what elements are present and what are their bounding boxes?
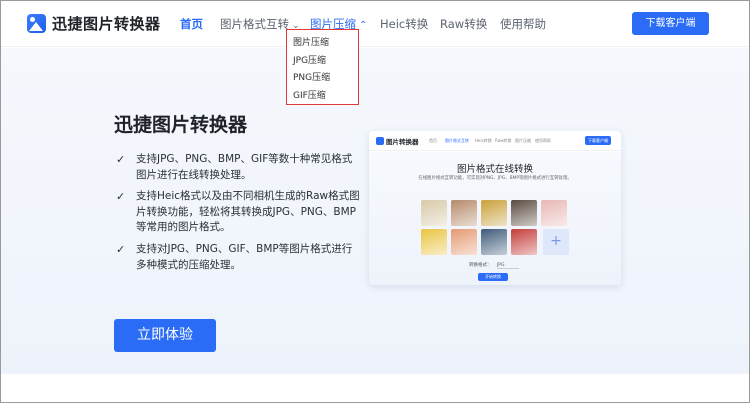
logo-icon xyxy=(27,14,46,33)
nav-heic-convert[interactable]: Heic转换 xyxy=(380,16,428,32)
preview-subtitle: 在线图片格式互转功能，可实现对PNG、JPG、BMP等图片格式进行互转处理。 xyxy=(418,176,572,181)
preview-thumbnail xyxy=(421,200,447,226)
feature-text: 支持JPG、PNG、BMP、GIF等数十种常见格式图片进行在线转换处理。 xyxy=(136,153,353,181)
feature-item: ✓ 支持JPG、PNG、BMP、GIF等数十种常见格式图片进行在线转换处理。 xyxy=(116,152,362,183)
preview-nav-item: 图片格式互转 xyxy=(445,138,469,143)
preview-thumbnail xyxy=(481,229,507,255)
preview-thumbnail xyxy=(421,229,447,255)
preview-download-button: 下载客户端 xyxy=(585,136,611,145)
dropdown-item-png-compress[interactable]: PNG压缩 xyxy=(287,70,358,88)
product-preview-screenshot: 图片转换器 首页 图片格式互转 Heic转换 Raw转换 图片压缩 使用帮助 下… xyxy=(369,131,621,285)
download-client-button[interactable]: 下载客户端 xyxy=(632,12,709,35)
preview-title: 图片格式在线转换 xyxy=(456,164,533,175)
feature-item: ✓ 支持Heic格式以及由不同相机生成的Raw格式图片转换功能，轻松将其转换成J… xyxy=(116,189,362,236)
preview-body: 图片格式在线转换 在线图片格式互转功能，可实现对PNG、JPG、BMP等图片格式… xyxy=(369,152,621,285)
preview-header: 图片转换器 首页 图片格式互转 Heic转换 Raw转换 图片压缩 使用帮助 下… xyxy=(369,131,621,151)
preview-thumbnail xyxy=(541,200,567,226)
preview-format-label: 转换格式： xyxy=(469,263,492,268)
compress-dropdown-menu: 图片压缩 JPG压缩 PNG压缩 GIF压缩 xyxy=(286,29,359,105)
logo[interactable]: 迅捷图片转换器 xyxy=(27,13,161,34)
nav-raw-convert[interactable]: Raw转换 xyxy=(440,16,487,32)
preview-nav-item: Raw转换 xyxy=(495,138,512,143)
hero-section: 迅捷图片转换器 ✓ 支持JPG、PNG、BMP、GIF等数十种常见格式图片进行在… xyxy=(0,48,750,374)
chevron-up-icon: ⌃ xyxy=(359,20,368,31)
check-icon: ✓ xyxy=(116,243,126,256)
dropdown-item-gif-compress[interactable]: GIF压缩 xyxy=(287,88,358,106)
feature-text: 支持对JPG、PNG、GIF、BMP等图片格式进行多种模式的压缩处理。 xyxy=(136,243,353,271)
preview-thumbnail xyxy=(511,229,537,255)
logo-text: 迅捷图片转换器 xyxy=(52,15,161,33)
preview-nav-item: 使用帮助 xyxy=(535,138,551,143)
preview-logo-icon xyxy=(376,137,384,145)
preview-nav-item: 图片压缩 xyxy=(515,138,531,143)
preview-logo-text: 图片转换器 xyxy=(386,138,419,146)
preview-start-button: 开始转换 xyxy=(478,273,508,281)
nav-home[interactable]: 首页 xyxy=(180,16,203,32)
preview-thumbnail xyxy=(451,229,477,255)
preview-thumbnail xyxy=(511,200,537,226)
check-icon: ✓ xyxy=(116,190,126,203)
preview-nav-item: Heic转换 xyxy=(475,138,492,143)
nav-format-convert-label: 图片格式互转 xyxy=(220,17,289,31)
dropdown-item-image-compress[interactable]: 图片压缩 xyxy=(287,35,358,53)
nav-help[interactable]: 使用帮助 xyxy=(500,16,546,32)
preview-nav-item: 首页 xyxy=(429,138,437,143)
dropdown-item-jpg-compress[interactable]: JPG压缩 xyxy=(287,53,358,71)
preview-format-row: 转换格式： JPG xyxy=(469,262,519,269)
try-now-button[interactable]: 立即体验 xyxy=(114,319,216,352)
preview-format-value: JPG xyxy=(496,263,519,269)
feature-item: ✓ 支持对JPG、PNG、GIF、BMP等图片格式进行多种模式的压缩处理。 xyxy=(116,242,362,273)
preview-thumbnail xyxy=(451,200,477,226)
preview-thumbnail xyxy=(481,200,507,226)
feature-text: 支持Heic格式以及由不同相机生成的Raw格式图片转换功能，轻松将其转换成JPG… xyxy=(136,190,360,233)
check-icon: ✓ xyxy=(116,153,126,166)
hero-title: 迅捷图片转换器 xyxy=(114,114,248,136)
top-header: 迅捷图片转换器 首页 图片格式互转 ⌄ 图片压缩 ⌃ Heic转换 Raw转换 使用… xyxy=(0,0,750,47)
plus-icon: + xyxy=(543,229,569,255)
